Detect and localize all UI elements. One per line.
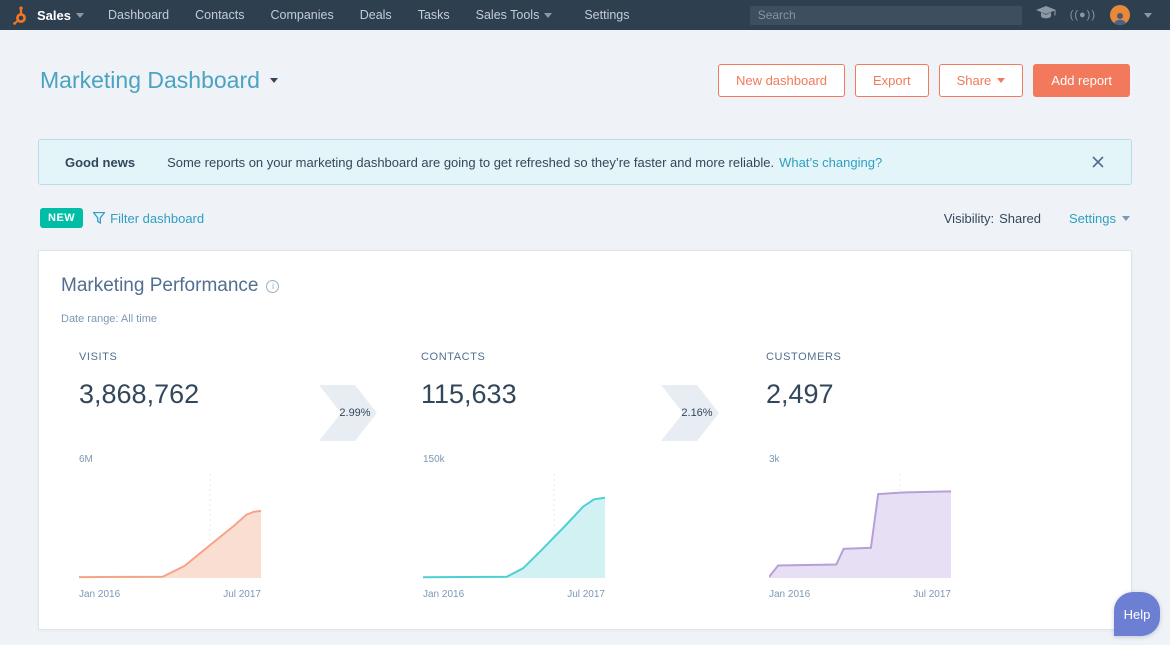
chevron-down-icon <box>1122 215 1130 221</box>
chevron-down-icon[interactable] <box>1144 12 1152 18</box>
nav-item-contacts[interactable]: Contacts <box>195 8 244 22</box>
dashboard-toolbar: NEW Filter dashboard Visibility: Shared … <box>40 206 1130 230</box>
nav-item-settings[interactable]: Settings <box>584 8 629 22</box>
conversion-arrow: 2.16% <box>661 385 719 441</box>
conversion-arrow: 2.99% <box>319 385 377 441</box>
metric-visits: VISITS 3,868,762 <box>79 351 319 410</box>
nav-item-dashboard[interactable]: Dashboard <box>108 8 169 22</box>
info-icon[interactable] <box>266 279 280 293</box>
metric-label: CUSTOMERS <box>766 351 842 363</box>
contacts-area-chart: 150k Jan 2016 Jul 2017 <box>422 454 606 600</box>
add-report-button[interactable]: Add report <box>1033 63 1130 97</box>
new-dashboard-button[interactable]: New dashboard <box>717 63 846 97</box>
metric-label: VISITS <box>79 351 118 363</box>
nav-utilities: ((●)) <box>1035 5 1158 25</box>
info-banner: Good news Some reports on your marketing… <box>38 139 1132 185</box>
share-button[interactable]: Share <box>938 63 1024 97</box>
new-badge: NEW <box>40 208 84 228</box>
funnel-icon <box>93 212 106 224</box>
metric-contacts: CONTACTS 115,633 <box>421 351 661 410</box>
y-axis-max-label: 150k <box>423 454 445 465</box>
conversion-rate: 2.16% <box>681 407 713 419</box>
y-axis-max-label: 6M <box>79 454 93 465</box>
dashboard-selector-chevron-icon[interactable] <box>269 77 278 83</box>
nav-item-tasks[interactable]: Tasks <box>418 8 450 22</box>
academy-icon[interactable] <box>1035 5 1056 25</box>
close-icon[interactable] <box>1091 155 1105 169</box>
banner-title: Good news <box>65 154 136 170</box>
filter-dashboard-link[interactable]: Filter dashboard <box>93 211 204 226</box>
toolbar-right: Visibility: Shared Settings <box>944 211 1130 226</box>
chevron-down-icon[interactable] <box>75 12 84 18</box>
metric-label: CONTACTS <box>421 351 486 363</box>
customers-area-chart: 3k Jan 2016 Jul 2017 <box>768 454 952 600</box>
chart-plot-area <box>422 470 606 585</box>
visibility-label: Visibility: <box>943 210 995 226</box>
settings-dropdown[interactable]: Settings <box>1069 211 1130 226</box>
x-axis-ticks: Jan 2016 Jul 2017 <box>769 589 951 600</box>
whats-changing-link[interactable]: What’s changing? <box>779 155 882 170</box>
chart-plot-area <box>78 470 262 585</box>
nav-item-companies[interactable]: Companies <box>270 8 333 22</box>
nav-item-deals[interactable]: Deals <box>360 8 392 22</box>
chart-plot-area <box>768 470 952 585</box>
marketing-performance-card: Marketing Performance Date range: All ti… <box>38 250 1132 630</box>
chevron-down-icon <box>544 12 553 18</box>
banner-message: Some reports on your marketing dashboard… <box>167 154 775 170</box>
header-actions: New dashboard Export Share Add report <box>717 63 1130 97</box>
primary-nav: Dashboard Contacts Companies Deals Tasks… <box>108 8 630 22</box>
metric-value: 3,868,762 <box>79 379 200 409</box>
metric-customers: CUSTOMERS 2,497 <box>766 351 1006 410</box>
hubspot-sprocket-icon[interactable] <box>12 6 29 25</box>
date-range-label: Date range: All time <box>61 313 157 325</box>
chevron-down-icon <box>997 77 1006 83</box>
search-input[interactable] <box>749 5 1022 25</box>
help-button[interactable]: Help <box>1114 592 1160 636</box>
visibility-value: Shared <box>999 210 1042 226</box>
page-header: Marketing Dashboard New dashboard Export… <box>40 58 1130 102</box>
notifications-icon[interactable]: ((●)) <box>1070 9 1096 21</box>
visits-area-chart: 6M Jan 2016 Jul 2017 <box>78 454 262 600</box>
y-axis-max-label: 3k <box>769 454 780 465</box>
metric-value: 115,633 <box>421 379 517 409</box>
x-axis-ticks: Jan 2016 Jul 2017 <box>423 589 605 600</box>
report-title: Marketing Performance <box>61 275 280 297</box>
nav-item-sales-tools[interactable]: Sales Tools <box>476 8 559 22</box>
page-title: Marketing Dashboard <box>40 66 260 93</box>
export-button[interactable]: Export <box>855 63 929 97</box>
metric-value: 2,497 <box>766 379 834 409</box>
avatar[interactable] <box>1110 5 1130 25</box>
conversion-rate: 2.99% <box>339 407 371 419</box>
product-switcher[interactable]: Sales <box>37 8 71 23</box>
x-axis-ticks: Jan 2016 Jul 2017 <box>79 589 261 600</box>
top-navbar: Sales Dashboard Contacts Companies Deals… <box>0 0 1170 30</box>
